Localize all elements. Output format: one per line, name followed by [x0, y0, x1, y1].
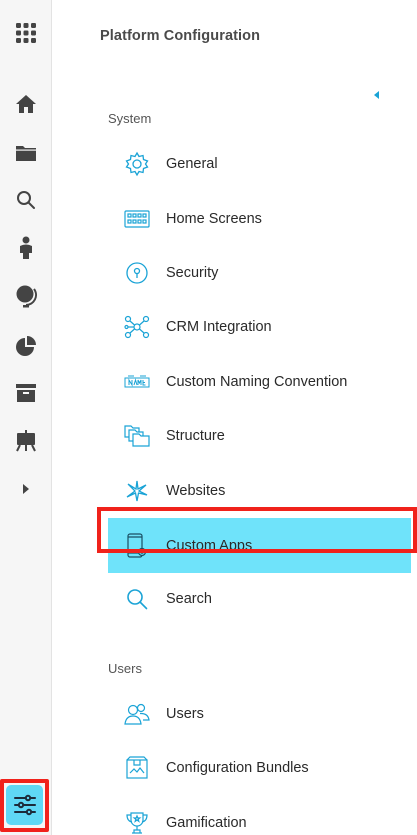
- nav-item-search[interactable]: Search: [108, 576, 411, 622]
- easel-icon[interactable]: [0, 423, 52, 459]
- search-icon: [108, 576, 166, 622]
- apps-grid-icon[interactable]: [0, 15, 52, 51]
- nav-label: Search: [166, 591, 212, 607]
- home-screens-icon: [108, 196, 166, 242]
- home-icon[interactable]: [0, 86, 52, 122]
- nav-label: Configuration Bundles: [166, 760, 309, 776]
- folder-icon[interactable]: [0, 135, 52, 171]
- search-icon[interactable]: [0, 182, 52, 218]
- name-tag-icon: [108, 359, 166, 405]
- section-label-system: System: [108, 111, 152, 126]
- nav-label: General: [166, 156, 218, 172]
- section-label-users: Users: [108, 661, 142, 676]
- settings-sliders-icon[interactable]: [6, 785, 43, 825]
- gear-icon: [108, 141, 166, 187]
- nav-item-custom-naming-convention[interactable]: Custom Naming Convention: [108, 359, 411, 405]
- nav-label: Users: [166, 706, 204, 722]
- expand-arrow-icon[interactable]: [0, 471, 52, 507]
- nav-label: Websites: [166, 483, 226, 499]
- network-nodes-icon: [108, 304, 166, 350]
- trophy-icon: [108, 800, 166, 835]
- nav-label: Gamification: [166, 815, 247, 831]
- nav-label: Home Screens: [166, 211, 262, 227]
- users-icon: [108, 691, 166, 737]
- structure-folders-icon: [108, 413, 166, 459]
- nav-item-home-screens[interactable]: Home Screens: [108, 196, 411, 242]
- nav-item-users[interactable]: Users: [108, 691, 411, 737]
- page-title: Platform Configuration: [100, 28, 261, 44]
- nav-label: Security: [166, 265, 219, 281]
- nav-label: CRM Integration: [166, 319, 272, 335]
- security-lock-icon: [108, 250, 166, 296]
- nav-item-gamification[interactable]: Gamification: [108, 800, 411, 835]
- icon-rail: [0, 0, 52, 835]
- person-icon[interactable]: [0, 230, 52, 266]
- nav-label: Custom Naming Convention: [166, 374, 348, 390]
- archive-icon[interactable]: [0, 375, 52, 411]
- highlight-outline: [97, 507, 417, 553]
- collapse-panel-caret-icon[interactable]: [374, 91, 379, 99]
- nav-item-crm-integration[interactable]: CRM Integration: [108, 304, 411, 350]
- bundle-box-icon: [108, 745, 166, 791]
- nav-item-structure[interactable]: Structure: [108, 413, 411, 459]
- nav-item-general[interactable]: General: [108, 141, 411, 187]
- nav-item-configuration-bundles[interactable]: Configuration Bundles: [108, 745, 411, 791]
- globe-icon[interactable]: [0, 278, 52, 314]
- nav-item-security[interactable]: Security: [108, 250, 411, 296]
- nav-label: Structure: [166, 428, 225, 444]
- pie-chart-icon[interactable]: [0, 328, 52, 364]
